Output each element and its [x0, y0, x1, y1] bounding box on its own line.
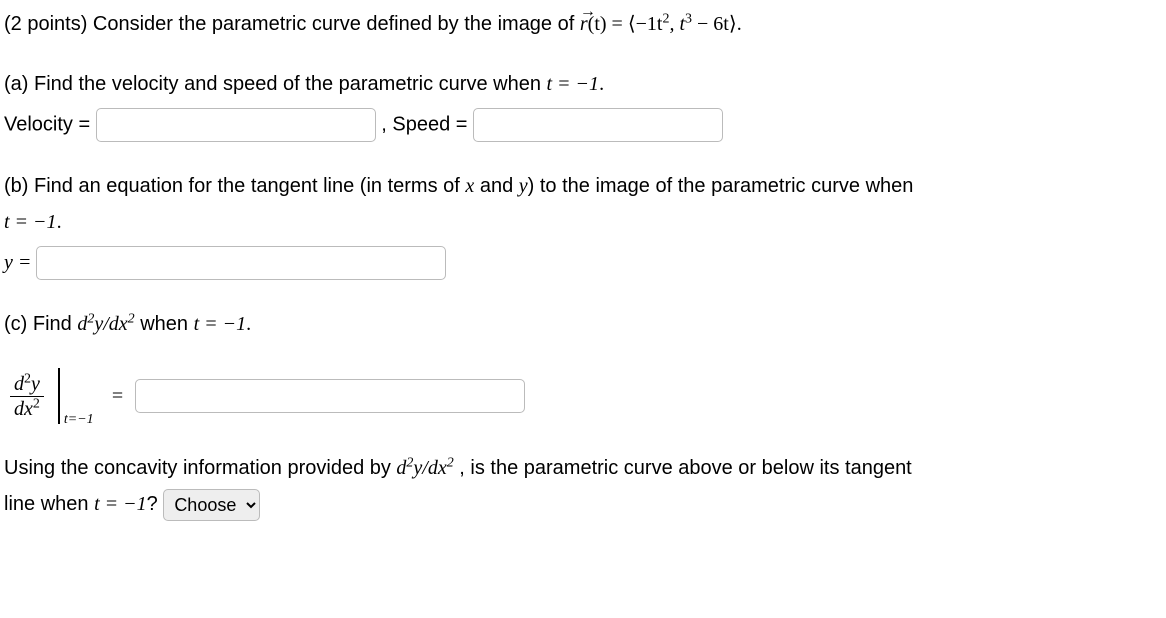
eval-bar: t=−1 — [58, 368, 60, 424]
equals: = — [112, 385, 123, 408]
concavity-line2: line when t = −1? Choose — [4, 488, 1162, 521]
tangent-line-input[interactable] — [36, 246, 446, 280]
d2ydx2-inline: d2y/dx2 — [77, 313, 134, 335]
second-derivative-input[interactable] — [135, 379, 525, 413]
speed-label: Speed = — [392, 113, 473, 135]
problem-statement: (2 points) Consider the parametric curve… — [4, 8, 1162, 40]
expr-sep: , t — [669, 13, 685, 35]
part-a-inputs: Velocity = , Speed = — [4, 108, 1162, 142]
problem-text: (2 points) Consider the parametric curve… — [4, 13, 580, 35]
vector-arrow: → — [580, 0, 588, 25]
comma: , — [381, 113, 392, 135]
velocity-label: Velocity = — [4, 113, 96, 135]
part-b-prompt-2: t = −1. — [4, 206, 1162, 238]
expr-tail: − 6t — [692, 13, 729, 35]
angle-close — [729, 13, 737, 35]
part-b-input-row: y = — [4, 246, 1162, 280]
part-c-prompt: (c) Find d2y/dx2 when t = −1. — [4, 308, 1162, 340]
d2ydx2-fraction: d2y dx2 — [10, 372, 44, 421]
d2ydx2-inline2: d2y/dx2 — [396, 457, 453, 479]
concavity-line1: Using the concavity information provided… — [4, 452, 1162, 484]
part-a-prompt: (a) Find the velocity and speed of the p… — [4, 68, 1162, 100]
r-vector: → r — [580, 8, 588, 40]
y-equals: y = — [4, 251, 36, 273]
speed-input[interactable] — [473, 108, 723, 142]
part-c-input-row: d2y dx2 t=−1 = — [10, 368, 1162, 424]
part-b-prompt-1: (b) Find an equation for the tangent lin… — [4, 170, 1162, 202]
expr-1: −1t2 — [636, 13, 670, 35]
angle-open — [628, 13, 636, 35]
velocity-input[interactable] — [96, 108, 376, 142]
concavity-select[interactable]: Choose — [163, 489, 260, 521]
